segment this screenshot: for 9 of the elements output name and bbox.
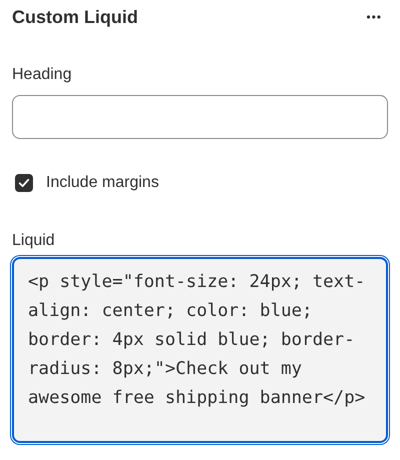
field-label: Heading [12, 66, 73, 84]
field-label: Liquid [12, 232, 56, 250]
checkmark-icon [17, 176, 31, 190]
code-editor-field[interactable]: <p style="font-size: 24px; text-align: center; color: blue; border: 4px solid blue; border-radius: 8px;">Check out my awesome free shipping banner</p> [12, 257, 388, 443]
more-options-button[interactable]: ••• [360, 10, 388, 24]
panel-title: Custom Liquid [12, 6, 138, 28]
checkbox-label: Include margins [46, 174, 159, 192]
checkbox[interactable] [15, 174, 33, 192]
heading-input-field[interactable] [12, 95, 388, 139]
